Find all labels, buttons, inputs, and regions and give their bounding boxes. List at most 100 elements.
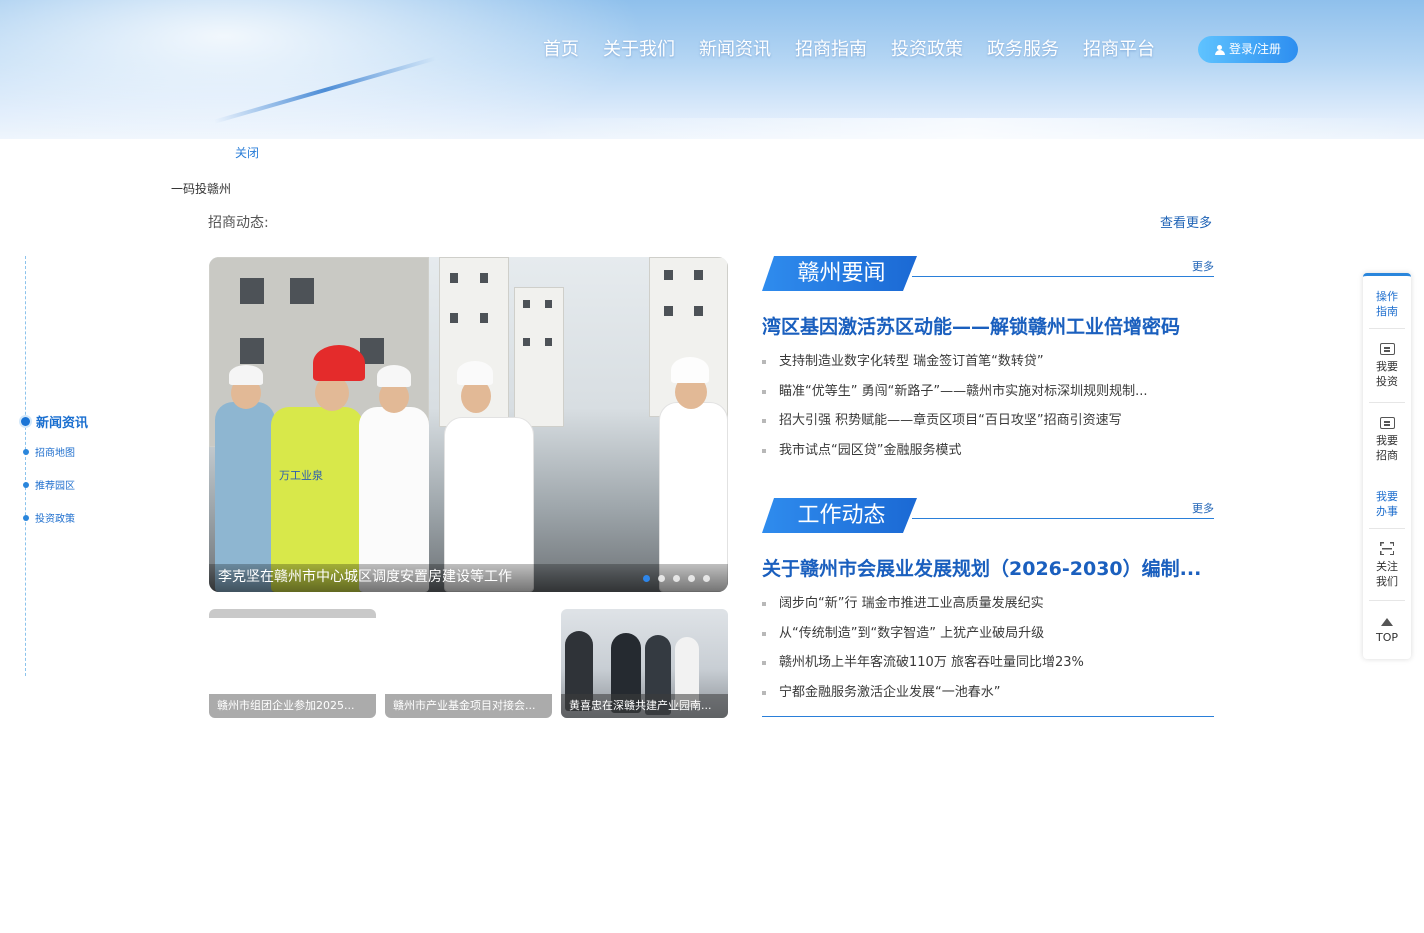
- vest-text: 万工业泉: [279, 469, 323, 482]
- photo-window: [545, 300, 552, 308]
- left-nav-label: 推荐园区: [35, 481, 75, 492]
- thumbnail-caption: 黄喜忠在深赣共建产业园南...: [561, 694, 728, 718]
- invest-label-2: 投资: [1376, 375, 1398, 388]
- message-icon: [1379, 417, 1395, 429]
- follow-label-2: 我们: [1376, 575, 1398, 588]
- follow-label-1: 关注: [1376, 560, 1398, 573]
- nav-dot-icon: [23, 448, 29, 455]
- headline[interactable]: 湾区基因激活苏区动能——解锁赣州工业倍增密码: [762, 312, 1214, 339]
- login-button[interactable]: 登录/注册: [1198, 36, 1298, 63]
- carousel-dot[interactable]: [688, 575, 695, 582]
- photo-window: [450, 273, 458, 283]
- list-item[interactable]: 支持制造业数字化转型 瑞金签订首笔“数转贷”: [762, 347, 1214, 377]
- list-item[interactable]: 招大引强 积势赋能——章贡区项目“百日攻坚”招商引资速写: [762, 406, 1214, 436]
- photo-window: [240, 278, 264, 304]
- more-link[interactable]: 更多: [1192, 500, 1214, 516]
- left-nav-item-map[interactable]: 招商地图: [20, 444, 75, 459]
- tab-head: 赣州要闻 更多: [762, 256, 1214, 292]
- handle-label-2: 办事: [1376, 505, 1398, 518]
- tab-title[interactable]: 赣州要闻: [762, 256, 917, 291]
- left-nav-item-parks[interactable]: 推荐园区: [20, 477, 75, 492]
- carousel-dot[interactable]: [658, 575, 665, 582]
- handle-label-1: 我要: [1376, 490, 1398, 503]
- nav-platform[interactable]: 招商平台: [1071, 36, 1167, 64]
- news-list: 阔步向“新”行 瑞金市推进工业高质量发展纪实 从“传统制造”到“数字智造” 上犹…: [762, 589, 1214, 707]
- invest-label-1: 我要: [1376, 360, 1398, 373]
- nav-home[interactable]: 首页: [531, 36, 591, 64]
- divider: [1369, 600, 1405, 601]
- main-nav: 首页 关于我们 新闻资讯 招商指南 投资政策 政务服务 招商平台: [531, 36, 1167, 64]
- divider: [1369, 528, 1405, 529]
- carousel-dot[interactable]: [703, 575, 710, 582]
- left-nav-label: 招商地图: [35, 448, 75, 459]
- news-bottom-line: [762, 716, 1214, 717]
- news-work-block: 工作动态 更多 关于赣州市会展业发展规划（2026-2030）编制... 阔步向…: [762, 498, 1214, 713]
- list-item[interactable]: 阔步向“新”行 瑞金市推进工业高质量发展纪实: [762, 589, 1214, 619]
- photo-helmet: [377, 365, 411, 387]
- thumbnail-caption: 赣州市组团企业参加2025...: [209, 694, 376, 718]
- arrow-up-icon: [1381, 618, 1393, 626]
- carousel-caption[interactable]: 李克坚在赣州市中心城区调度安置房建设等工作: [218, 566, 512, 586]
- photo-window: [240, 338, 264, 364]
- recruit-label-2: 招商: [1376, 449, 1398, 462]
- left-nav-item-policy[interactable]: 投资政策: [20, 510, 75, 525]
- back-to-top-button[interactable]: TOP: [1363, 618, 1411, 645]
- tab-head: 工作动态 更多: [762, 498, 1214, 534]
- photo-window: [480, 273, 488, 283]
- invest-button[interactable]: 我要 投资: [1363, 343, 1411, 389]
- guide-button[interactable]: 操作 指南: [1363, 289, 1411, 319]
- news-thumbnail-3[interactable]: 黄喜忠在深赣共建产业园南...: [561, 609, 728, 718]
- list-item[interactable]: 从“传统制造”到“数字智造” 上犹产业破局升级: [762, 619, 1214, 649]
- list-item[interactable]: 赣州机场上半年客流破110万 旅客吞吐量同比增23%: [762, 648, 1214, 678]
- nav-news[interactable]: 新闻资讯: [687, 36, 783, 64]
- recruit-button[interactable]: 我要 招商: [1363, 417, 1411, 463]
- guide-label-2: 指南: [1376, 305, 1398, 318]
- scan-icon: [1380, 542, 1394, 555]
- photo-window: [523, 300, 530, 308]
- photo-helmet: [229, 365, 263, 385]
- left-nav-item-news[interactable]: 新闻资讯: [20, 412, 88, 431]
- tab-title[interactable]: 工作动态: [762, 498, 917, 533]
- nav-dot-icon: [23, 514, 29, 521]
- message-icon: [1379, 343, 1395, 355]
- news-ganzhou-block: 赣州要闻 更多 湾区基因激活苏区动能——解锁赣州工业倍增密码 支持制造业数字化转…: [762, 256, 1214, 466]
- left-nav-line: [25, 256, 26, 676]
- user-icon: [1214, 44, 1225, 55]
- nav-about[interactable]: 关于我们: [591, 36, 687, 64]
- more-link[interactable]: 更多: [1192, 258, 1214, 274]
- photo-window: [694, 306, 703, 316]
- photo-window: [694, 270, 703, 280]
- nav-dot-icon: [23, 481, 29, 488]
- carousel-dot[interactable]: [643, 575, 650, 582]
- left-nav-label: 投资政策: [35, 514, 75, 525]
- close-popup-link[interactable]: 关闭: [235, 144, 259, 161]
- top-label: TOP: [1375, 631, 1398, 644]
- thumbnail-image: [209, 609, 376, 618]
- news-thumbnail-2[interactable]: 赣州市产业基金项目对接会...: [385, 609, 552, 718]
- news-carousel[interactable]: 万工业泉 李克坚在赣州市中心城区调度安置房建设等工作: [209, 257, 728, 592]
- tab-underline: [912, 276, 1214, 277]
- nav-guide[interactable]: 招商指南: [783, 36, 879, 64]
- list-item[interactable]: 宁都金融服务激活企业发展“一池春水”: [762, 678, 1214, 708]
- photo-window: [450, 313, 458, 323]
- photo-window: [664, 306, 673, 316]
- nav-policy[interactable]: 投资政策: [879, 36, 975, 64]
- left-nav-label: 新闻资讯: [36, 416, 89, 431]
- follow-button[interactable]: 关注 我们: [1363, 542, 1411, 589]
- photo-window: [664, 270, 673, 280]
- carousel-dot[interactable]: [673, 575, 680, 582]
- headline[interactable]: 关于赣州市会展业发展规划（2026-2030）编制...: [762, 554, 1214, 581]
- news-list: 支持制造业数字化转型 瑞金签订首笔“数转贷” 瞄准“优等生” 勇闯“新路子”——…: [762, 347, 1214, 465]
- view-more-link[interactable]: 查看更多: [1160, 212, 1212, 231]
- list-item[interactable]: 瞄准“优等生” 勇闯“新路子”——赣州市实施对标深圳规则规制...: [762, 377, 1214, 407]
- list-item[interactable]: 我市试点“园区贷”金融服务模式: [762, 436, 1214, 466]
- side-toolbar: 操作 指南 我要 投资 我要 招商 我要 办事 关注 我们 TOP: [1363, 273, 1411, 659]
- nav-dot-icon: [21, 417, 30, 426]
- photo-helmet: [671, 357, 709, 383]
- photo-helmet: [313, 345, 365, 381]
- divider: [1369, 328, 1405, 329]
- recruit-label-1: 我要: [1376, 434, 1398, 447]
- handle-button[interactable]: 我要 办事: [1363, 489, 1411, 519]
- nav-gov-service[interactable]: 政务服务: [975, 36, 1071, 64]
- news-thumbnail-1[interactable]: 赣州市组团企业参加2025...: [209, 609, 376, 718]
